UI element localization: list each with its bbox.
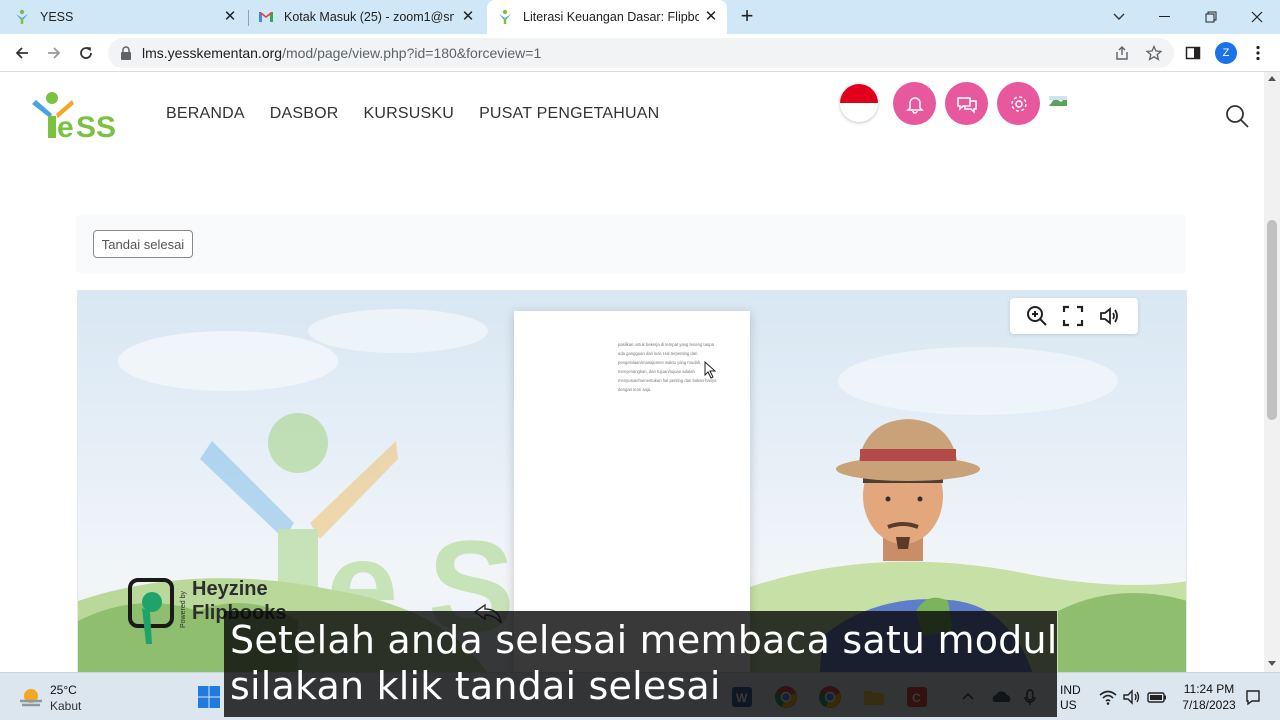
tab-title: Literasi Keuangan Dasar: Flipbook [523, 10, 699, 24]
yess-logo[interactable]: e SS [30, 90, 116, 140]
browser-tab-strip: YESS ✕ Kotak Masuk (25) - zoom1@smar ✕ L… [0, 0, 1280, 34]
close-icon[interactable]: ✕ [703, 9, 719, 25]
reload-icon [80, 47, 92, 59]
minimize-button[interactable] [1142, 0, 1188, 34]
nav-kursusku[interactable]: KURSUSKU [364, 105, 455, 123]
input-language[interactable]: IND US [1060, 683, 1081, 713]
weather-fog-icon [20, 689, 42, 707]
yess-favicon-icon [16, 9, 28, 24]
nav-pusat-pengetahuan[interactable]: PUSAT PENGETAHUAN [479, 105, 659, 123]
url-text[interactable]: lms.yesskementan.org/mod/page/view.php?i… [142, 45, 541, 61]
temperature: 25°C [50, 683, 77, 697]
keyboard-layout: US [1060, 698, 1077, 712]
notifications-button[interactable] [893, 82, 936, 125]
minimize-icon [1159, 16, 1170, 17]
flipbook-controls [1010, 298, 1138, 334]
sound-icon[interactable] [1098, 305, 1120, 327]
bookmark-star-icon[interactable] [1146, 45, 1162, 61]
main-navigation: BERANDA DASBOR KURSUSKU PUSAT PENGETAHUA… [166, 105, 659, 123]
restore-icon [1205, 11, 1217, 23]
web-page: e SS BERANDA DASBOR KURSUSKU PUSAT PENGE… [0, 72, 1264, 672]
video-subtitle: Setelah anda selesai membaca satu modul … [224, 611, 1057, 717]
heyzine-title: Heyzine [192, 578, 268, 600]
volume-icon[interactable] [1122, 685, 1142, 709]
tab-title: Kotak Masuk (25) - zoom1@smar [284, 10, 454, 24]
side-panel-button[interactable] [1182, 42, 1204, 64]
tab-yess[interactable]: YESS ✕ [14, 0, 246, 34]
heyzine-logo-icon [128, 578, 174, 644]
powered-by-label: Powered by [180, 591, 187, 628]
notification-center-icon[interactable] [1244, 685, 1262, 709]
tab-title: YESS [40, 10, 74, 24]
user-avatar-image[interactable] [1049, 96, 1067, 106]
arrow-right-icon [48, 47, 61, 59]
svg-text:e: e [57, 111, 74, 140]
lock-icon[interactable] [120, 46, 132, 60]
address-bar[interactable]: lms.yesskementan.org/mod/page/view.php?i… [108, 38, 1174, 68]
search-icon[interactable] [1224, 103, 1250, 129]
language-code: IND [1060, 683, 1081, 697]
url-host: lms.yesskementan.org [142, 45, 283, 61]
settings-button[interactable] [997, 82, 1040, 125]
nav-dasbor[interactable]: DASBOR [270, 105, 339, 123]
zoom-in-icon[interactable] [1026, 305, 1048, 327]
close-window-button[interactable] [1234, 0, 1280, 34]
system-clock[interactable]: 11:24 PM 7/18/2023 [1176, 681, 1242, 713]
browser-menu-button[interactable] [1247, 42, 1269, 64]
url-path: /mod/page/view.php?id=180&forceview=1 [282, 45, 542, 61]
tab-search-button[interactable] [1096, 0, 1142, 34]
scroll-down-arrow[interactable] [1268, 661, 1276, 666]
reload-button[interactable] [75, 42, 97, 64]
forward-button[interactable] [43, 42, 65, 64]
site-header: e SS BERANDA DASBOR KURSUSKU PUSAT PENGE… [0, 72, 1264, 160]
close-icon[interactable]: ✕ [222, 9, 238, 25]
restore-button[interactable] [1188, 0, 1234, 34]
yess-favicon-icon [499, 9, 511, 24]
gmail-icon [259, 12, 273, 22]
scrollbar-thumb[interactable] [1267, 220, 1277, 420]
new-tab-button[interactable]: + [736, 5, 758, 28]
more-vertical-icon [1256, 45, 1260, 61]
subtitle-line-2: silakan klik tandai selesai [230, 664, 721, 708]
tab-gmail[interactable]: Kotak Masuk (25) - zoom1@smar ✕ [258, 0, 484, 34]
tab-flipbook[interactable]: Literasi Keuangan Dasar: Flipbook ✕ [487, 0, 727, 34]
fullscreen-icon[interactable] [1062, 305, 1084, 327]
mark-done-button[interactable]: Tandai selesai [93, 230, 193, 258]
scroll-up-arrow[interactable] [1268, 76, 1276, 81]
back-button[interactable] [11, 42, 33, 64]
tab-separator [248, 10, 249, 26]
gear-icon [1010, 95, 1027, 112]
mouse-pointer-icon [704, 361, 717, 379]
messages-button[interactable] [945, 82, 988, 125]
share-icon[interactable] [1114, 45, 1130, 61]
arrow-left-icon [15, 47, 28, 59]
profile-avatar[interactable]: Z [1215, 42, 1237, 64]
close-icon [1251, 11, 1263, 23]
indonesia-flag-icon[interactable] [840, 84, 878, 122]
battery-icon[interactable] [1146, 685, 1168, 709]
chat-icon [956, 96, 977, 114]
browser-toolbar: lms.yesskementan.org/mod/page/view.php?i… [0, 34, 1280, 72]
svg-text:SS: SS [76, 111, 116, 140]
subtitle-line-1: Setelah anda selesai membaca satu modul [230, 618, 1058, 662]
clock-time: 11:24 PM [1183, 682, 1235, 696]
bell-icon [905, 96, 924, 114]
nav-beranda[interactable]: BERANDA [166, 105, 245, 123]
clock-date: 7/18/2023 [1182, 698, 1236, 712]
activity-completion-bar [76, 214, 1186, 274]
wifi-icon[interactable] [1098, 685, 1118, 709]
weather-condition: Kabut [50, 699, 82, 713]
windows-start-icon[interactable] [197, 685, 221, 709]
chevron-down-icon [1113, 13, 1125, 20]
close-icon[interactable]: ✕ [460, 9, 476, 25]
page-scrollbar[interactable] [1264, 72, 1280, 672]
side-panel-icon [1185, 46, 1201, 60]
